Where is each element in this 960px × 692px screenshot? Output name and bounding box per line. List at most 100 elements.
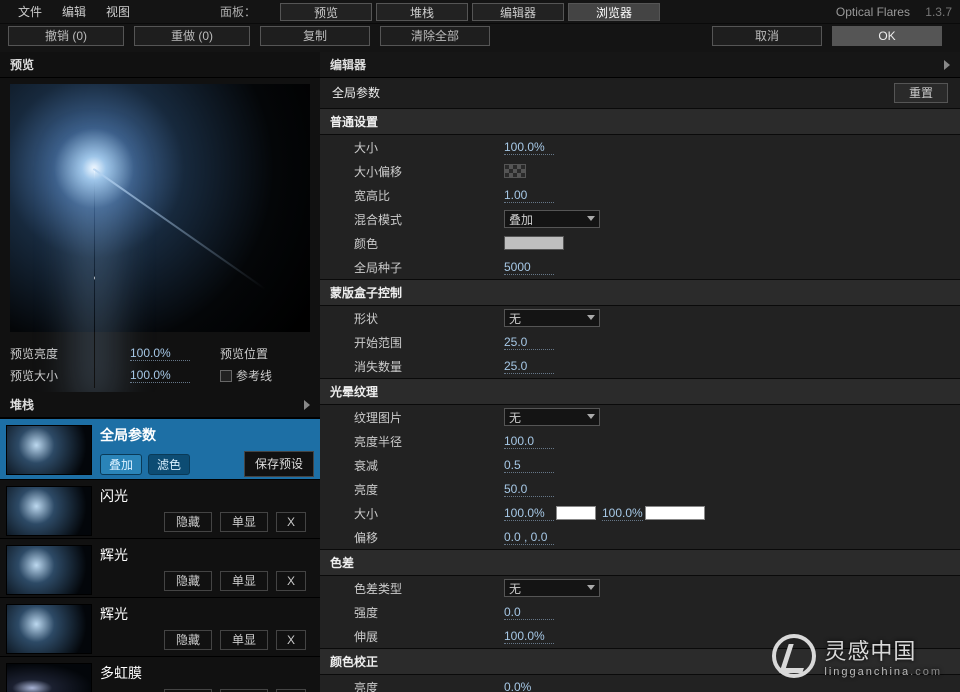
dropdown-value: 无 <box>509 409 521 426</box>
prop-value[interactable]: 0.0 <box>504 605 554 620</box>
prop-label: 大小 <box>354 505 504 522</box>
prop-value[interactable]: 50.0 <box>504 482 554 497</box>
remove-button[interactable]: X <box>276 630 306 650</box>
dropdown-value: 无 <box>509 580 521 597</box>
clear-all-button[interactable]: 清除全部 <box>380 26 490 46</box>
editor-head: 编辑器 <box>320 52 960 78</box>
preview-brightness-value[interactable]: 100.0% <box>130 346 190 361</box>
editor-panel: 编辑器 全局参数 重置 普通设置 大小100.0% 大小偏移 宽高比1.00 混… <box>320 52 960 692</box>
size-slider-x[interactable] <box>556 506 596 520</box>
brand-version: 1.3.7 <box>925 5 952 19</box>
blend-dropdown[interactable]: 叠加 <box>504 210 600 228</box>
prop-value[interactable]: 100.0% <box>504 506 554 521</box>
preview-render[interactable] <box>10 84 310 332</box>
guides-checkbox[interactable]: 参考线 <box>220 367 272 384</box>
menu-file[interactable]: 文件 <box>8 3 52 20</box>
stack-item[interactable]: 闪光 隐藏 单显 X <box>0 480 320 539</box>
prop-label: 宽高比 <box>354 187 504 204</box>
solo-button[interactable]: 单显 <box>220 630 268 650</box>
preview-size-value[interactable]: 100.0% <box>130 368 190 383</box>
prop-value[interactable]: 0.0% <box>504 680 554 692</box>
prop-value[interactable]: 25.0 <box>504 335 554 350</box>
color-swatch[interactable] <box>504 236 564 250</box>
prop-label: 强度 <box>354 604 504 621</box>
chroma-dropdown[interactable]: 无 <box>504 579 600 597</box>
stack-item[interactable]: 辉光 隐藏 单显 X <box>0 539 320 598</box>
prop-label: 形状 <box>354 310 504 327</box>
stack-thumb <box>6 425 92 475</box>
menu-view[interactable]: 视图 <box>96 3 140 20</box>
prop-value[interactable]: 100.0 <box>504 434 554 449</box>
panel-tabs: 预览 堆栈 编辑器 浏览器 <box>276 3 660 21</box>
stack-thumb <box>6 604 92 654</box>
undo-button[interactable]: 撤销 (0) <box>8 26 124 46</box>
dropdown-value: 无 <box>509 310 521 327</box>
editor-body[interactable]: 普通设置 大小100.0% 大小偏移 宽高比1.00 混合模式叠加 颜色 全局种… <box>320 108 960 692</box>
hide-button[interactable]: 隐藏 <box>164 630 212 650</box>
prop-value[interactable]: 100.0% <box>504 140 554 155</box>
chevron-right-icon[interactable] <box>944 60 950 70</box>
menu-edit[interactable]: 编辑 <box>52 3 96 20</box>
stack-item[interactable]: 多虹膜 隐藏 单显 X <box>0 657 320 692</box>
reset-button[interactable]: 重置 <box>894 83 948 103</box>
stack-item[interactable]: 辉光 隐藏 单显 X <box>0 598 320 657</box>
prop-label: 亮度 <box>354 679 504 692</box>
blend-add-pill[interactable]: 叠加 <box>100 454 142 475</box>
preview-controls: 预览亮度 100.0% 预览位置 预览大小 100.0% 参考线 <box>10 342 310 386</box>
remove-button[interactable]: X <box>276 512 306 532</box>
prop-value[interactable]: 0.0 , 0.0 <box>504 530 554 545</box>
prop-value[interactable]: 5000 <box>504 260 554 275</box>
panel-label: 面板： <box>220 3 256 20</box>
solo-button[interactable]: 单显 <box>220 512 268 532</box>
tab-stack[interactable]: 堆栈 <box>376 3 468 21</box>
shape-dropdown[interactable]: 无 <box>504 309 600 327</box>
prop-label: 伸展 <box>354 628 504 645</box>
texture-dropdown[interactable]: 无 <box>504 408 600 426</box>
prop-label: 纹理图片 <box>354 409 504 426</box>
tab-editor[interactable]: 编辑器 <box>472 3 564 21</box>
save-preset-button[interactable]: 保存预设 <box>244 451 314 477</box>
prop-value[interactable]: 100.0% <box>504 629 554 644</box>
prop-value[interactable]: 100.0% <box>602 506 643 521</box>
group-chroma[interactable]: 色差 <box>320 549 960 576</box>
prop-label: 全局种子 <box>354 259 504 276</box>
tab-browser[interactable]: 浏览器 <box>568 3 660 21</box>
stack-thumb <box>6 545 92 595</box>
cancel-button[interactable]: 取消 <box>712 26 822 46</box>
watermark-logo-icon <box>772 634 816 678</box>
solo-button[interactable]: 单显 <box>220 571 268 591</box>
ok-button[interactable]: OK <box>832 26 942 46</box>
group-texture[interactable]: 光晕纹理 <box>320 378 960 405</box>
prop-value[interactable]: 1.00 <box>504 188 554 203</box>
prop-label: 大小 <box>354 139 504 156</box>
prop-label: 亮度半径 <box>354 433 504 450</box>
tab-preview[interactable]: 预览 <box>280 3 372 21</box>
size-offset-checker[interactable] <box>504 164 526 178</box>
watermark-url: lingganchina.com <box>824 666 942 678</box>
group-common[interactable]: 普通设置 <box>320 108 960 135</box>
stack-thumb <box>6 486 92 536</box>
group-matte[interactable]: 蒙版盒子控制 <box>320 279 960 306</box>
blend-screen-pill[interactable]: 滤色 <box>148 454 190 475</box>
actionbar: 撤销 (0) 重做 (0) 复制 清除全部 取消 OK <box>0 24 960 52</box>
stack-item-label: 辉光 <box>100 604 314 624</box>
prop-label: 混合模式 <box>354 211 504 228</box>
stack-item-label: 辉光 <box>100 545 314 565</box>
chevron-right-icon[interactable] <box>304 400 310 410</box>
brand-name: Optical Flares <box>836 5 910 19</box>
redo-button[interactable]: 重做 (0) <box>134 26 250 46</box>
prop-label: 消失数量 <box>354 358 504 375</box>
preview-title: 预览 <box>10 58 34 72</box>
hide-button[interactable]: 隐藏 <box>164 571 212 591</box>
preview-brightness-label: 预览亮度 <box>10 345 130 362</box>
brand: Optical Flares 1.3.7 <box>836 5 952 19</box>
size-slider-y[interactable] <box>645 506 705 520</box>
guides-label: 参考线 <box>236 369 272 383</box>
prop-value[interactable]: 25.0 <box>504 359 554 374</box>
hide-button[interactable]: 隐藏 <box>164 512 212 532</box>
stack-item-global[interactable]: 全局参数 叠加 滤色 保存预设 <box>0 419 320 480</box>
copy-button[interactable]: 复制 <box>260 26 370 46</box>
prop-value[interactable]: 0.5 <box>504 458 554 473</box>
preview-position-label[interactable]: 预览位置 <box>220 345 268 362</box>
remove-button[interactable]: X <box>276 571 306 591</box>
